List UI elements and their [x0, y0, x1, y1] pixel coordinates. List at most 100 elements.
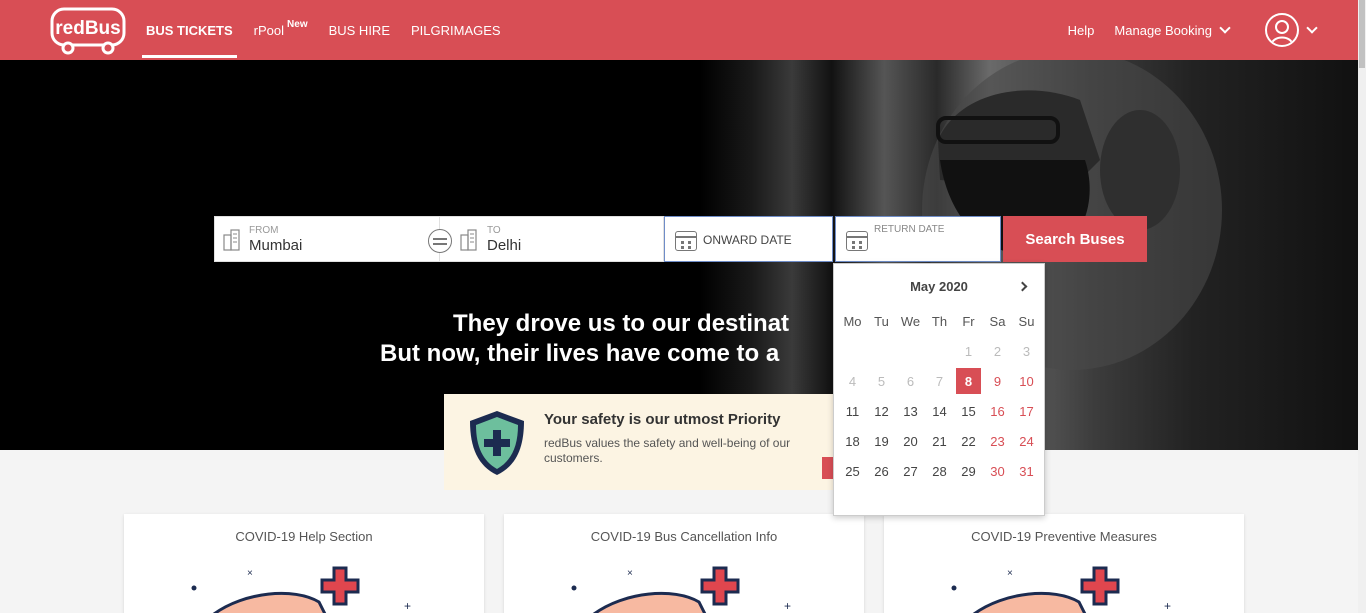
weekday-header: Sa: [989, 313, 1006, 329]
page-scrollbar[interactable]: [1358, 0, 1366, 613]
weekday-header: Fr: [962, 313, 975, 329]
calendar-day[interactable]: 24: [1012, 426, 1041, 456]
calendar-day[interactable]: 31: [1012, 456, 1041, 486]
calendar-day[interactable]: 14: [925, 396, 954, 426]
calendar-day[interactable]: 25: [838, 456, 867, 486]
safety-description: redBus values the safety and well-being …: [544, 436, 791, 465]
weekday-header: Mo: [843, 313, 862, 329]
calendar-day[interactable]: 11: [838, 396, 867, 426]
nav-pilgrimages[interactable]: PILGRIMAGES: [411, 0, 501, 60]
calendar-day[interactable]: 13: [896, 396, 925, 426]
safety-banner: Your safety is our utmost Priority redBu…: [444, 394, 844, 490]
calendar-month-title: May 2020: [910, 279, 968, 294]
nav-bus-hire[interactable]: BUS HIRE: [329, 0, 390, 60]
svg-text:redBus: redBus: [55, 18, 120, 39]
calendar-empty-cell: [896, 336, 925, 366]
calendar-day[interactable]: 23: [983, 426, 1012, 456]
calendar-grid: Mo Tu We Th Fr Sa Su 1 2 3 4 5 6 7 8 9 10 11 12 13 14 15 16 17 1…: [838, 306, 1042, 486]
swap-cities-icon[interactable]: [428, 229, 452, 253]
help-link[interactable]: Help: [1068, 23, 1095, 38]
calendar-day[interactable]: 10: [1012, 366, 1041, 396]
main-nav: BUS TICKETS rPool New BUS HIRE PILGRIMAGE…: [142, 0, 522, 60]
hero-line-2: But now, their lives have come to a: [380, 340, 780, 367]
calendar-empty-cell: [838, 336, 867, 366]
weekday-header: Su: [1018, 313, 1035, 329]
svg-text:+: +: [404, 599, 411, 613]
chevron-down-icon: [1219, 22, 1231, 34]
calendar-day[interactable]: 16: [983, 396, 1012, 426]
hero-message: They drove us to our destinat But now, t…: [380, 309, 832, 369]
calendar-empty-cell: [925, 336, 954, 366]
medical-cross-illustration: ×+: [191, 566, 411, 613]
nav-rpool[interactable]: rPool New: [254, 0, 308, 60]
calendar-day[interactable]: 12: [867, 396, 896, 426]
to-field[interactable]: TO Delhi: [439, 216, 664, 262]
calendar-day[interactable]: 27: [896, 456, 925, 486]
from-field[interactable]: FROM Mumbai: [214, 216, 452, 262]
calendar-day[interactable]: 19: [867, 426, 896, 456]
svg-text:×: ×: [1007, 568, 1013, 579]
calendar-day[interactable]: 29: [954, 456, 983, 486]
calendar-day[interactable]: 22: [954, 426, 983, 456]
medical-cross-illustration: ×+: [951, 566, 1171, 613]
calendar-day: 6: [906, 373, 915, 389]
calendar-day: 7: [935, 373, 944, 389]
scrollbar-thumb[interactable]: [1359, 0, 1365, 68]
weekday-header: Th: [931, 313, 948, 329]
city-building-icon: [460, 229, 477, 251]
calendar-empty-cell: [867, 336, 896, 366]
from-label: FROM: [249, 225, 279, 236]
from-value[interactable]: Mumbai: [249, 237, 302, 254]
bus-search-form: FROM Mumbai TO Delhi ONWARD DATE RETURN …: [214, 216, 1147, 262]
return-date-field[interactable]: RETURN DATE: [835, 216, 1001, 262]
covid-cancellation-card[interactable]: COVID-19 Bus Cancellation Info × +: [504, 514, 864, 613]
calendar-day[interactable]: 9: [983, 366, 1012, 396]
svg-text:×: ×: [247, 568, 253, 579]
search-buses-button[interactable]: Search Buses: [1003, 216, 1147, 262]
svg-text:+: +: [1164, 599, 1171, 613]
card-title: COVID-19 Bus Cancellation Info: [590, 529, 778, 544]
calendar-day[interactable]: 15: [954, 396, 983, 426]
calendar-day[interactable]: 26: [867, 456, 896, 486]
weekday-header: Tu: [874, 313, 889, 329]
calendar-day: 4: [848, 373, 857, 389]
medical-cross-illustration: ×+: [571, 566, 791, 613]
header: redBus BUS TICKETS rPool New BUS HIRE PIL…: [0, 0, 1366, 60]
nav-bus-tickets[interactable]: BUS TICKETS: [142, 0, 237, 60]
to-label: TO: [487, 225, 501, 236]
account-menu[interactable]: [1249, 13, 1318, 47]
calendar-day[interactable]: 8: [956, 368, 981, 394]
redbus-logo[interactable]: redBus: [50, 6, 128, 56]
svg-text:×: ×: [627, 568, 633, 579]
date-picker-popup: May 2020 Mo Tu We Th Fr Sa Su 1 2 3 4 5 6 7 8 9 10 11 12 13…: [833, 263, 1045, 516]
calendar-day[interactable]: 30: [983, 456, 1012, 486]
calendar-day[interactable]: 18: [838, 426, 867, 456]
covid-help-card[interactable]: COVID-19 Help Section × +: [124, 514, 484, 613]
calendar-day: 3: [1022, 343, 1031, 359]
card-title: COVID-19 Preventive Measures: [971, 529, 1157, 544]
calendar-day: 1: [964, 343, 973, 359]
calendar-day[interactable]: 17: [1012, 396, 1041, 426]
covid-preventive-card[interactable]: COVID-19 Preventive Measures × +: [884, 514, 1244, 613]
calendar-day: 2: [993, 343, 1002, 359]
manage-booking-dropdown[interactable]: Manage Booking: [1114, 22, 1231, 38]
calendar-icon: [846, 231, 868, 251]
hero-line-1: They drove us to our destinat: [453, 310, 790, 337]
onward-date-field[interactable]: ONWARD DATE: [664, 216, 833, 262]
to-value[interactable]: Delhi: [487, 237, 521, 254]
onward-date-label: ONWARD DATE: [703, 233, 792, 247]
city-building-icon: [223, 229, 240, 251]
weekday-header: We: [900, 313, 921, 329]
return-date-label: RETURN DATE: [874, 224, 945, 235]
calendar-day[interactable]: 20: [896, 426, 925, 456]
user-avatar-icon: [1265, 13, 1299, 47]
chevron-down-icon: [1306, 22, 1318, 34]
svg-text:+: +: [784, 599, 791, 613]
calendar-day: 5: [877, 373, 886, 389]
calendar-day[interactable]: 28: [925, 456, 954, 486]
card-title: COVID-19 Help Section: [235, 529, 373, 544]
calendar-day[interactable]: 21: [925, 426, 954, 456]
shield-plus-icon: [470, 411, 524, 475]
new-badge: New: [287, 18, 308, 30]
safety-title: Your safety is our utmost Priority: [544, 411, 781, 428]
